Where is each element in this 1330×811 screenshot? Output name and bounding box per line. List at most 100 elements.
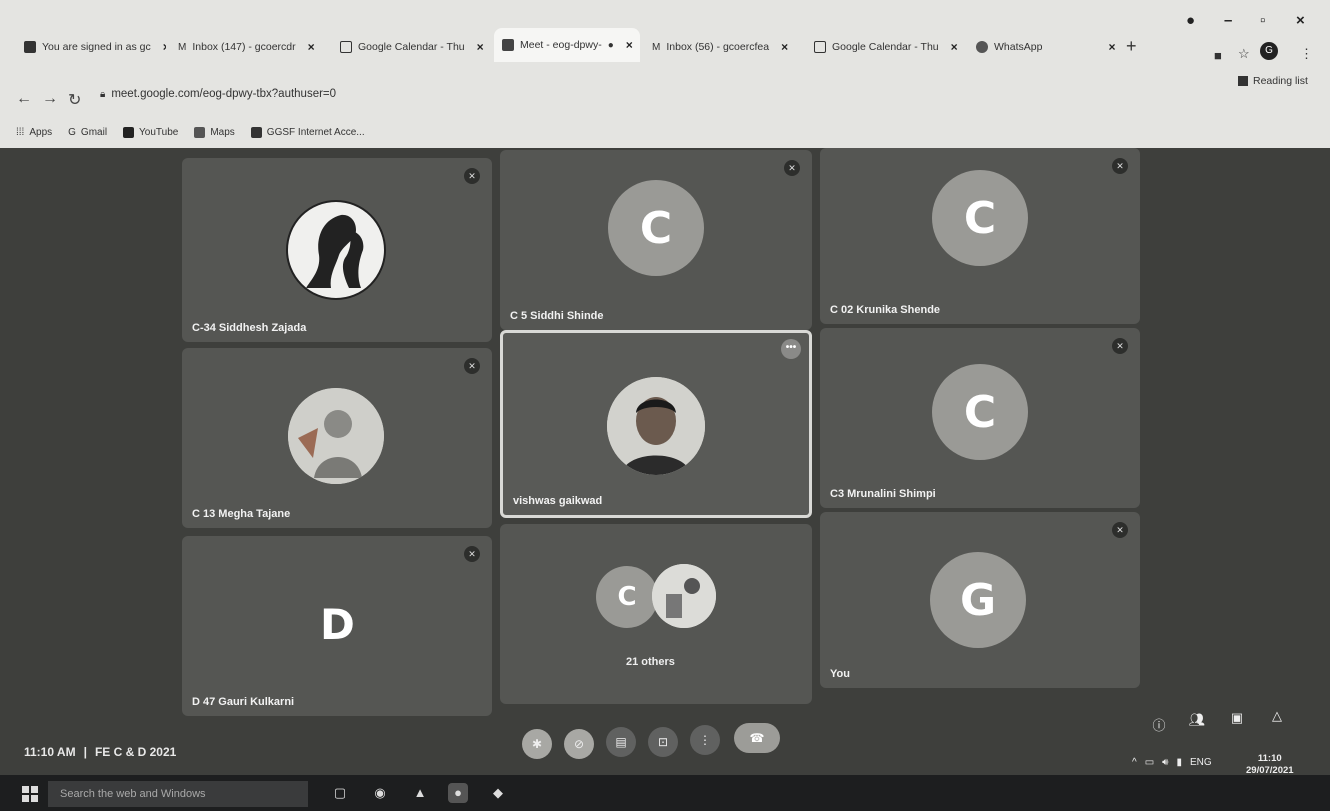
captions-button[interactable]: ▤	[606, 727, 636, 757]
participant-tile[interactable]: ✕ C C 5 Siddhi Shinde	[500, 150, 812, 330]
tab-whatsapp[interactable]: WhatsApp ×	[968, 32, 1118, 62]
youtube-icon	[123, 126, 135, 138]
app-icon[interactable]: ◆	[488, 783, 508, 803]
apps-grid-icon: ⁞⁞⁞	[16, 126, 25, 138]
new-tab-button[interactable]: +	[1126, 36, 1137, 57]
chrome-app-icon[interactable]: ●	[448, 783, 468, 803]
chrome-account-icon[interactable]: ●	[1186, 12, 1195, 29]
tab-meet[interactable]: Meet - eog-dpwy- ● ×	[494, 28, 640, 62]
mic-off-icon: ✕	[464, 358, 480, 374]
participant-tile[interactable]: ✕ D D 47 Gauri Kulkarni	[182, 536, 492, 716]
chat-button[interactable]: ▣	[1224, 705, 1250, 731]
participant-name: You	[830, 668, 850, 680]
people-button[interactable]: 👥︎	[1184, 707, 1210, 733]
participant-name: C 5 Siddhi Shinde	[510, 310, 604, 322]
meet-stage: ✕ C-34 Siddhesh Zajada ✕ C C 5 Siddhi Sh…	[0, 148, 1330, 776]
participant-tile[interactable]: ✕ C-34 Siddhesh Zajada	[182, 158, 492, 342]
vlc-icon[interactable]: ▲	[410, 783, 430, 803]
back-arrow-icon[interactable]: ←	[16, 90, 32, 108]
windows-taskbar: Search the web and Windows ▢ ◉ ▲ ● ◆ ^ ▭…	[0, 753, 1330, 811]
participant-photo	[286, 200, 386, 300]
close-tab-icon[interactable]: ×	[163, 40, 166, 54]
close-tab-icon[interactable]: ×	[951, 40, 958, 54]
participant-name: D 47 Gauri Kulkarni	[192, 696, 295, 708]
maximize-icon[interactable]: ▫	[1260, 12, 1265, 29]
leave-call-button[interactable]: ☎	[734, 723, 780, 753]
address-toolbar: ← → ↻ 🔒︎ meet.google.com/eog-dpwy-tbx?au…	[10, 84, 1330, 114]
others-tile[interactable]: C 21 others	[500, 524, 812, 704]
ggsf-icon	[24, 41, 36, 53]
address-bar[interactable]: 🔒︎ meet.google.com/eog-dpwy-tbx?authuser…	[100, 88, 336, 100]
star-icon[interactable]: ☆	[1238, 46, 1250, 62]
participant-name: vishwas gaikwad	[513, 495, 603, 507]
bookmark-apps[interactable]: ⁞⁞⁞ Apps	[16, 127, 52, 138]
close-tab-icon[interactable]: ×	[308, 40, 315, 54]
notification-icon[interactable]: ▮	[1176, 757, 1182, 768]
windows-start-icon[interactable]	[22, 786, 38, 802]
participant-tile[interactable]: ✕ C C3 Mrunalini Shimpi	[820, 328, 1140, 508]
activities-button[interactable]: △	[1264, 703, 1290, 729]
camera-icon[interactable]: ■	[1214, 48, 1222, 63]
bookmark-youtube[interactable]: YouTube	[123, 126, 178, 138]
participant-tile-self[interactable]: ✕ G You	[820, 512, 1140, 688]
participant-avatar: C	[932, 364, 1028, 460]
camera-toggle-button[interactable]: ⊘	[564, 729, 594, 759]
close-tab-icon[interactable]: ×	[781, 40, 788, 54]
gmail-icon: M	[652, 41, 661, 53]
tray-chevron-icon[interactable]: ^	[1132, 757, 1137, 768]
more-options-icon[interactable]: •••	[781, 339, 801, 359]
mic-toggle-button[interactable]: ✱	[522, 729, 552, 759]
taskbar-clock[interactable]: 11:10 29/07/2021	[1246, 753, 1294, 777]
tab-inbox-147[interactable]: M Inbox (147) - gcoercdr ×	[170, 32, 330, 62]
whatsapp-icon	[976, 41, 988, 53]
taskbar-search-input[interactable]: Search the web and Windows	[48, 781, 308, 807]
tab-strip: You are signed in as gc × M Inbox (147) …	[10, 18, 1330, 66]
tab-calendar-2[interactable]: Google Calendar - Thu ×	[806, 32, 966, 62]
participant-tile[interactable]: ✕ C C 02 Krunika Shende	[820, 148, 1140, 324]
language-indicator[interactable]: ENG	[1190, 757, 1212, 768]
meet-icon	[502, 39, 514, 51]
close-tab-icon[interactable]: ×	[1108, 40, 1115, 54]
minimize-icon[interactable]: –	[1224, 12, 1232, 29]
bookmark-ggsf[interactable]: GGSF Internet Acce...	[250, 126, 365, 138]
mic-off-icon: ✕	[784, 160, 800, 176]
info-icon: ⓘ	[1152, 717, 1166, 733]
meeting-separator: |	[83, 745, 87, 759]
more-options-button[interactable]: ⋮	[690, 725, 720, 755]
close-window-icon[interactable]: ×	[1296, 12, 1305, 29]
meeting-time: 11:10 AM	[24, 745, 76, 759]
profile-avatar[interactable]: G	[1260, 42, 1278, 60]
network-icon[interactable]: ▭	[1145, 757, 1154, 768]
present-screen-button[interactable]: ⊡	[648, 727, 678, 757]
close-tab-icon[interactable]: ×	[477, 40, 484, 54]
task-view-icon[interactable]: ▢	[330, 783, 350, 803]
participant-avatar: C	[596, 566, 658, 628]
close-tab-icon[interactable]: ×	[626, 38, 633, 52]
bookmark-maps[interactable]: Maps	[194, 126, 235, 138]
tab-ggsf-signin[interactable]: You are signed in as gc ×	[16, 32, 166, 62]
more-vert-icon: ⋮	[699, 733, 711, 747]
system-tray: ^ ▭ 🔊︎ ▮ ENG	[1132, 757, 1212, 768]
clock-time: 11:10	[1257, 753, 1282, 764]
people-icon: 👥︎	[1188, 712, 1206, 727]
browser-app-icon[interactable]: ◉	[370, 783, 390, 803]
participant-tile-active-speaker[interactable]: ••• vishwas gaikwad	[500, 330, 812, 518]
end-call-icon: ☎	[749, 731, 765, 745]
forward-arrow-icon[interactable]: →	[42, 90, 58, 108]
participant-name: C 13 Megha Tajane	[192, 508, 291, 520]
bookmark-gmail[interactable]: G Gmail	[68, 127, 107, 138]
captions-icon: ▤	[615, 735, 627, 749]
participant-avatar: D	[320, 600, 355, 649]
woman-silhouette-icon	[306, 214, 364, 288]
chat-icon: ▣	[1230, 710, 1244, 725]
google-icon: G	[68, 126, 76, 138]
participant-tile[interactable]: ✕ C 13 Megha Tajane	[182, 348, 492, 528]
menu-kebab-icon[interactable]: ⋮	[1300, 46, 1313, 62]
tab-calendar-1[interactable]: Google Calendar - Thu ×	[332, 32, 492, 62]
reload-icon[interactable]: ↻	[68, 90, 81, 110]
tab-inbox-56[interactable]: M Inbox (56) - gcoercfea ×	[644, 32, 804, 62]
volume-icon[interactable]: 🔊︎	[1162, 757, 1168, 768]
clock-date: 29/07/2021	[1246, 765, 1294, 776]
meeting-name: FE C & D 2021	[94, 745, 177, 759]
meeting-info-button[interactable]: ⓘ	[1146, 711, 1172, 737]
